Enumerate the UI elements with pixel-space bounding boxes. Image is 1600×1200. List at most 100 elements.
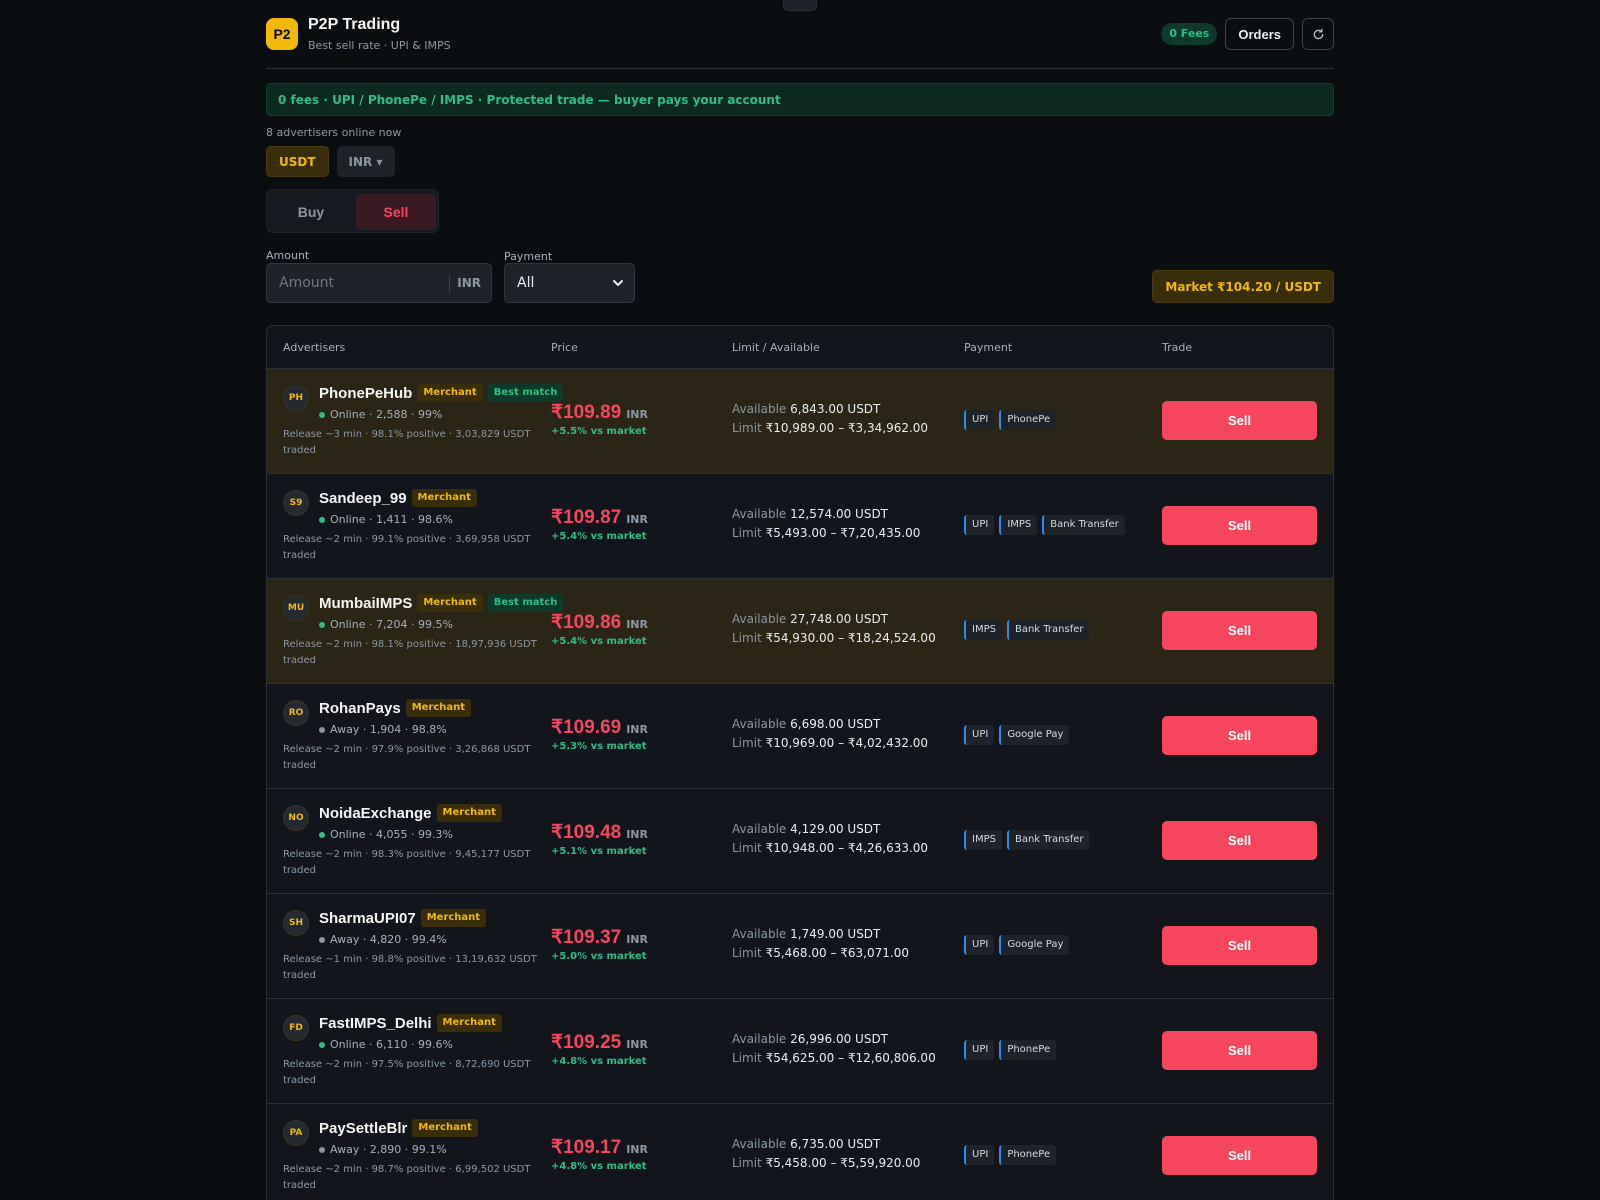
limit: Limit ₹10,948.00 – ₹4,26,633.00 [732, 841, 928, 855]
price-currency: INR [626, 408, 648, 421]
status-stats: Online · 4,055 · 99.3% [330, 828, 453, 841]
available-label: Available [732, 612, 787, 626]
status-stats: Online · 7,204 · 99.5% [330, 618, 453, 631]
available-value: 27,748.00 USDT [790, 612, 889, 626]
available-label: Available [732, 717, 787, 731]
refresh-icon [1313, 28, 1323, 39]
sell-button[interactable]: Sell [1162, 506, 1317, 545]
market-price-badge: Market ₹104.20 / USDT [1152, 270, 1334, 303]
payment-tag: Google Pay [999, 935, 1070, 955]
payment-tag: Bank Transfer [1006, 620, 1090, 640]
advertiser-name[interactable]: SharmaUPI07 [319, 910, 416, 927]
price-currency: INR [626, 618, 648, 631]
status-stats: Online · 1,411 · 98.6% [330, 513, 453, 526]
sell-button[interactable]: Sell [1162, 401, 1317, 440]
header-trade: Trade [1162, 341, 1193, 354]
limit-label: Limit [732, 631, 762, 645]
payment-tag: UPI [964, 515, 995, 535]
amount-currency: INR [457, 276, 481, 290]
price-currency: INR [626, 1038, 648, 1051]
advertiser-line: FastIMPS_Delhi Merchant [319, 1014, 502, 1032]
sell-button[interactable]: Sell [1162, 821, 1317, 860]
status: Away · 4,820 · 99.4% [319, 933, 447, 946]
advertiser-name[interactable]: PaySettleBlr [319, 1120, 407, 1137]
status: Online · 6,110 · 99.6% [319, 1038, 453, 1051]
status-stats: Away · 1,904 · 98.8% [330, 723, 447, 736]
merchant-badge: Merchant [417, 384, 483, 402]
release-info: Release ~2 min · 98.3% positive · 9,45,1… [283, 849, 531, 876]
table-row: SH SharmaUPI07 Merchant Away · 4,820 · 9… [267, 894, 1333, 999]
best-match-badge: Best match [487, 384, 564, 402]
payment-label: Payment [504, 250, 553, 263]
refresh-button[interactable] [1302, 18, 1334, 50]
advertiser-line: NoidaExchange Merchant [319, 804, 502, 822]
header: P2 P2P Trading Best sell rate · UPI & IM… [266, 0, 1334, 69]
payment-methods: UPI Google Pay [964, 935, 1070, 955]
fiat-dropdown[interactable]: INR ▾ [336, 146, 395, 177]
payment-selected: All [517, 275, 535, 291]
advertiser-name[interactable]: PhonePeHub [319, 385, 412, 402]
info-banner: 0 fees · UPI / PhonePe / IMPS · Protecte… [266, 83, 1334, 116]
amount-input[interactable] [267, 264, 445, 302]
payment-tag: PhonePe [999, 410, 1057, 430]
avatar: NO [283, 805, 309, 831]
sell-tab[interactable]: Sell [356, 194, 436, 230]
table-row: PH PhonePeHub Merchant Best match Online… [267, 369, 1333, 474]
orders-button[interactable]: Orders [1225, 18, 1294, 50]
price-value: ₹109.89 [551, 402, 622, 423]
header-actions: 0 Fees Orders [1161, 18, 1334, 50]
limit-label: Limit [732, 526, 762, 540]
buy-sell-toggle: Buy Sell [266, 189, 439, 233]
price-diff: +5.1% vs market [551, 846, 647, 857]
payment-tag: UPI [964, 1040, 995, 1060]
avatar: PH [283, 385, 309, 411]
payment-tag: Bank Transfer [1006, 830, 1090, 850]
payment-select[interactable]: All [504, 263, 635, 303]
advertiser-name[interactable]: RohanPays [319, 700, 401, 717]
advertiser-line: SharmaUPI07 Merchant [319, 909, 487, 927]
crypto-tab-usdt[interactable]: USDT [266, 146, 329, 177]
sell-button[interactable]: Sell [1162, 1031, 1317, 1070]
advertiser-line: PhonePeHub Merchant Best match [319, 384, 564, 402]
price: ₹109.89 INR [551, 401, 648, 424]
sell-button[interactable]: Sell [1162, 926, 1317, 965]
limit-value: ₹10,969.00 – ₹4,02,432.00 [765, 736, 929, 750]
limit-value: ₹54,625.00 – ₹12,60,806.00 [765, 1051, 936, 1065]
advertiser-name[interactable]: Sandeep_99 [319, 490, 407, 507]
price-diff: +4.8% vs market [551, 1056, 647, 1067]
price: ₹109.25 INR [551, 1031, 648, 1054]
buy-tab[interactable]: Buy [271, 194, 351, 230]
price-currency: INR [626, 933, 648, 946]
price-value: ₹109.69 [551, 717, 622, 738]
avatar: SH [283, 910, 309, 936]
payment-tag: PhonePe [999, 1040, 1057, 1060]
advertiser-name[interactable]: NoidaExchange [319, 805, 432, 822]
limit: Limit ₹10,969.00 – ₹4,02,432.00 [732, 736, 928, 750]
available-label: Available [732, 507, 787, 521]
status: Online · 7,204 · 99.5% [319, 618, 453, 631]
status: Online · 4,055 · 99.3% [319, 828, 453, 841]
limit-value: ₹5,458.00 – ₹5,59,920.00 [765, 1156, 921, 1170]
avatar: FD [283, 1015, 309, 1041]
payment-tag: UPI [964, 410, 995, 430]
sell-button[interactable]: Sell [1162, 716, 1317, 755]
release-info: Release ~2 min · 97.5% positive · 8,72,6… [283, 1059, 531, 1086]
price-currency: INR [626, 828, 648, 841]
advertiser-name[interactable]: FastIMPS_Delhi [319, 1015, 432, 1032]
advertiser-line: PaySettleBlr Merchant [319, 1119, 478, 1137]
limit: Limit ₹5,493.00 – ₹7,20,435.00 [732, 526, 920, 540]
release-info: Release ~2 min · 98.1% positive · 18,97,… [283, 639, 537, 666]
available-value: 6,735.00 USDT [790, 1137, 881, 1151]
sell-button[interactable]: Sell [1162, 611, 1317, 650]
available-value: 1,749.00 USDT [790, 927, 881, 941]
payment-tag: IMPS [999, 515, 1038, 535]
advertiser-name[interactable]: MumbaiIMPS [319, 595, 412, 612]
limit-label: Limit [732, 421, 762, 435]
available: Available 12,574.00 USDT [732, 507, 888, 521]
logo: P2 [266, 18, 298, 50]
sell-button[interactable]: Sell [1162, 1136, 1317, 1175]
merchant-badge: Merchant [405, 699, 472, 717]
status-dot [319, 1146, 325, 1153]
status: Online · 1,411 · 98.6% [319, 513, 453, 526]
status-dot [319, 726, 325, 733]
